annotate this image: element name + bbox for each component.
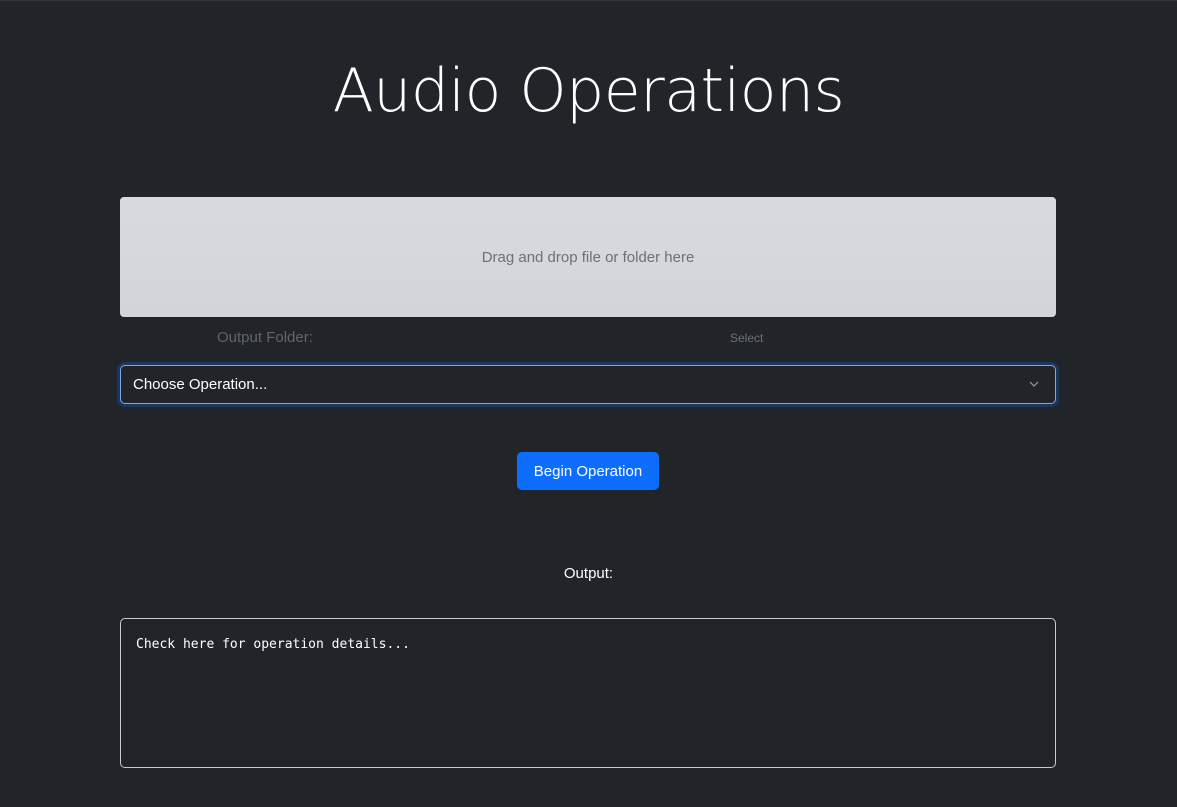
begin-operation-button[interactable]: Begin Operation [517,452,659,490]
operation-select[interactable]: Choose Operation... [120,365,1056,404]
operation-select-value: Choose Operation... [133,376,268,393]
chevron-down-icon [1029,381,1039,387]
file-dropzone[interactable]: Drag and drop file or folder here [120,197,1056,317]
output-textarea[interactable]: Check here for operation details... [120,618,1056,768]
dropzone-text: Drag and drop file or folder here [481,248,695,266]
app-page: Audio Operations Drag and drop file or f… [0,0,1177,807]
select-output-folder-button[interactable]: Select [730,331,763,345]
output-folder-label: Output Folder: [217,329,313,346]
output-label: Output: [563,565,614,582]
page-title: Audio Operations [332,56,845,126]
